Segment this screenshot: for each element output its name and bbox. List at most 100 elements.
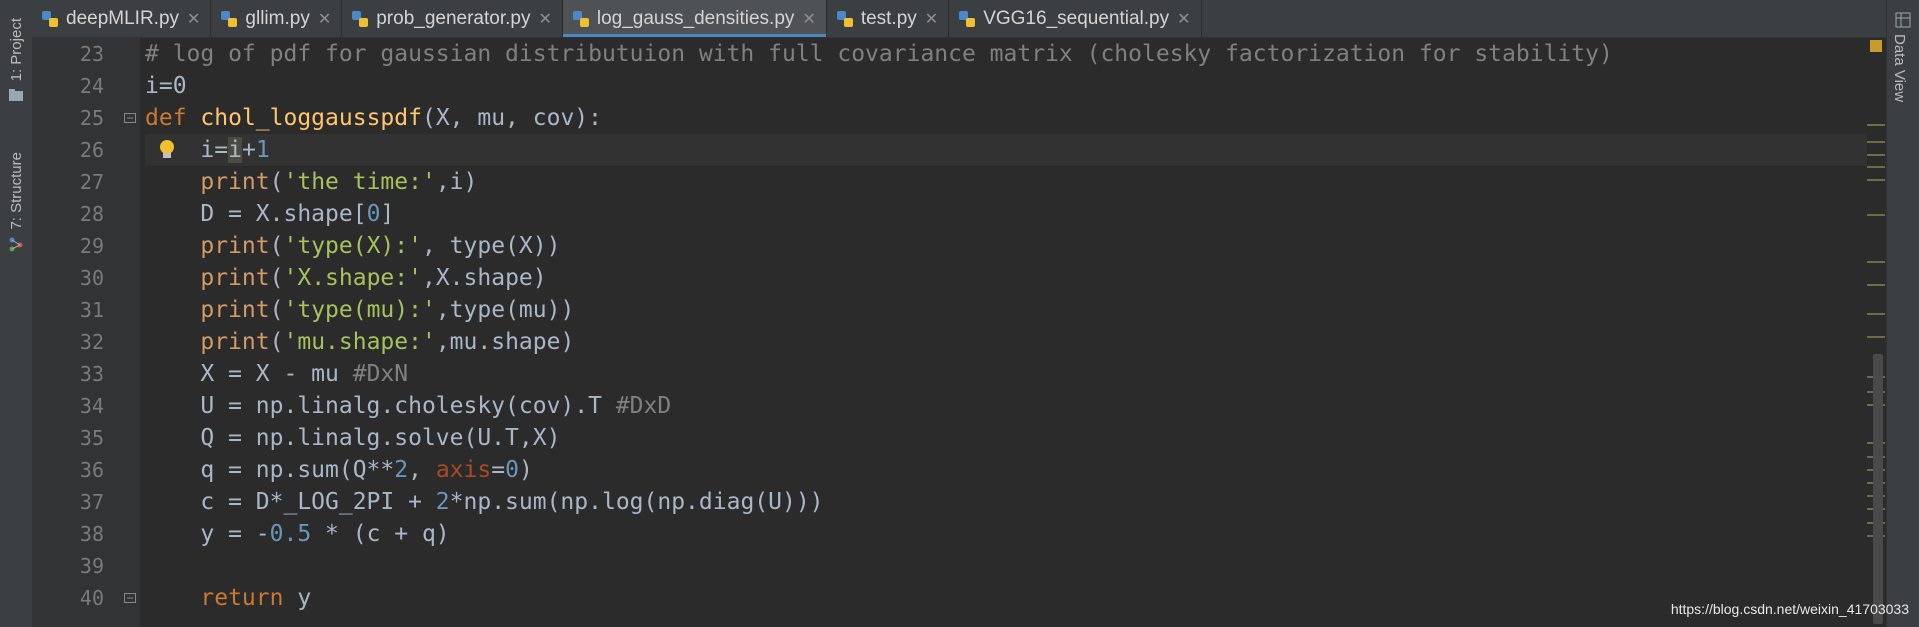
right-tool-strip: Data View: [1886, 0, 1919, 627]
close-icon[interactable]: ✕: [318, 9, 331, 29]
number-literal: 2: [394, 457, 409, 483]
code-editor[interactable]: # log of pdf for gaussian distributuion …: [140, 38, 1867, 627]
warning-mark[interactable]: [1867, 154, 1885, 156]
python-file-icon: [352, 10, 369, 27]
code-text: D = X.shape[: [200, 201, 367, 227]
tab-log-gauss-densities[interactable]: log_gauss_densities.py ✕: [562, 0, 827, 37]
line-number: 28: [79, 202, 104, 226]
number-literal: 0.5: [269, 521, 312, 547]
line-number: 31: [79, 298, 104, 322]
warning-indicator[interactable]: [1870, 40, 1882, 52]
code-line-35: Q = np.linalg.solve(U.T,X): [145, 422, 1867, 454]
line-number-gutter: 23 24 25 26 27 28 29 30 31 32 33 34 35 3…: [32, 38, 140, 627]
builtin-name: print: [200, 265, 270, 291]
tab-deepmlir[interactable]: deepMLIR.py ✕: [32, 0, 212, 37]
line-number: 40: [79, 586, 104, 610]
warning-mark[interactable]: [1867, 214, 1885, 216]
line-number: 30: [79, 266, 104, 290]
builtin-name: print: [200, 169, 270, 195]
tab-prob-generator[interactable]: prob_generator.py ✕: [342, 0, 563, 37]
tab-test[interactable]: test.py ✕: [827, 0, 950, 37]
project-tool-tab[interactable]: 1: Project: [4, 18, 28, 103]
code-text: ,: [408, 457, 436, 483]
tab-vgg16-sequential[interactable]: VGG16_sequential.py ✕: [949, 0, 1202, 37]
python-file-icon: [572, 10, 589, 27]
close-icon[interactable]: ✕: [538, 9, 551, 29]
code-line-36: q = np.sum(Q**2, axis=0): [145, 454, 1867, 486]
code-text: y = -: [200, 521, 270, 547]
close-icon[interactable]: ✕: [802, 9, 815, 29]
code-line-26: i=i+1: [145, 134, 1867, 166]
close-icon[interactable]: ✕: [1177, 9, 1190, 29]
data-view-tool-tab[interactable]: Data View: [1891, 34, 1908, 102]
editor-tab-bar: deepMLIR.py ✕ gllim.py ✕ prob_generator.…: [32, 0, 1887, 38]
number-literal: 1: [255, 137, 270, 163]
folder-icon: [9, 89, 23, 102]
builtin-name: print: [200, 233, 270, 259]
fold-end-icon[interactable]: [124, 593, 136, 603]
string-literal: 'X.shape:': [283, 265, 422, 291]
error-stripe[interactable]: [1867, 38, 1887, 627]
python-file-icon: [836, 10, 853, 27]
code-text: U = np.linalg.cholesky(cov).T: [200, 393, 616, 419]
python-file-icon: [959, 10, 976, 27]
warning-mark[interactable]: [1867, 261, 1885, 263]
tab-gllim[interactable]: gllim.py ✕: [211, 0, 343, 37]
code-line-34: U = np.linalg.cholesky(cov).T #DxD: [145, 390, 1867, 422]
tab-label: log_gauss_densities.py: [596, 7, 795, 29]
code-text: ,type(mu)): [435, 297, 575, 323]
string-literal: 'the time:': [283, 169, 436, 195]
keyword-text: def: [145, 105, 187, 131]
code-text: y: [283, 585, 312, 611]
tab-label: test.py: [860, 7, 917, 29]
code-text: *np.sum(np.log(np.diag(U))): [449, 489, 824, 515]
number-literal: 2: [435, 489, 450, 515]
structure-tool-tab[interactable]: 7: Structure: [4, 152, 28, 252]
code-text: (X, mu, cov):: [421, 105, 602, 131]
code-line-29: print('type(X):', type(X)): [200, 233, 561, 259]
warning-mark[interactable]: [1867, 284, 1885, 286]
code-line-24: i=0: [145, 70, 1867, 102]
vertical-scrollbar-thumb[interactable]: [1873, 354, 1883, 624]
watermark-text: https://blog.csdn.net/weixin_41703033: [1670, 601, 1909, 617]
python-file-icon: [221, 10, 238, 27]
code-text: c = D*_LOG_2PI +: [200, 489, 436, 515]
code-text: , type(X)): [421, 233, 561, 259]
code-text: X = X - mu: [200, 361, 353, 387]
tab-label: gllim.py: [245, 7, 310, 29]
code-text: ,X.shape): [421, 265, 547, 291]
line-number: 25: [79, 106, 104, 130]
code-line-40: return y: [145, 582, 1867, 614]
fold-open-icon[interactable]: [124, 113, 136, 123]
line-number: 27: [79, 170, 104, 194]
builtin-name: print: [200, 329, 270, 355]
code-text: ,i): [435, 169, 478, 195]
warning-mark[interactable]: [1867, 336, 1885, 338]
code-line-25: def chol_loggausspdf(X, mu, cov):: [145, 102, 1867, 134]
line-number: 35: [79, 426, 104, 450]
warning-mark[interactable]: [1867, 179, 1885, 181]
warning-mark[interactable]: [1867, 166, 1885, 168]
code-text: Q = np.linalg.solve(U.T,X): [200, 425, 561, 451]
close-icon[interactable]: ✕: [925, 9, 938, 29]
lightbulb-icon[interactable]: [157, 138, 177, 162]
code-line-23: # log of pdf for gaussian distributuion …: [145, 38, 1867, 70]
comment-text: # log of pdf for gaussian distributuion …: [145, 41, 1613, 67]
code-line-33: X = X - mu #DxN: [145, 358, 1867, 390]
python-file-icon: [42, 10, 58, 27]
number-literal: 0: [505, 457, 519, 483]
line-number: 38: [79, 522, 104, 546]
left-tool-strip: 1: Project 7: Structure: [0, 0, 33, 627]
tab-label: prob_generator.py: [376, 7, 531, 29]
line-number: 36: [79, 458, 104, 482]
line-number: 29: [79, 234, 104, 258]
warning-mark[interactable]: [1867, 141, 1885, 143]
builtin-name: print: [200, 297, 270, 323]
highlighted-identifier: i: [228, 137, 242, 163]
line-number: 32: [79, 330, 104, 354]
close-icon[interactable]: ✕: [187, 9, 200, 29]
line-number: 24: [79, 74, 104, 98]
warning-mark[interactable]: [1867, 124, 1885, 126]
code-line-32: print('mu.shape:',mu.shape): [200, 329, 575, 355]
warning-mark[interactable]: [1867, 313, 1885, 315]
